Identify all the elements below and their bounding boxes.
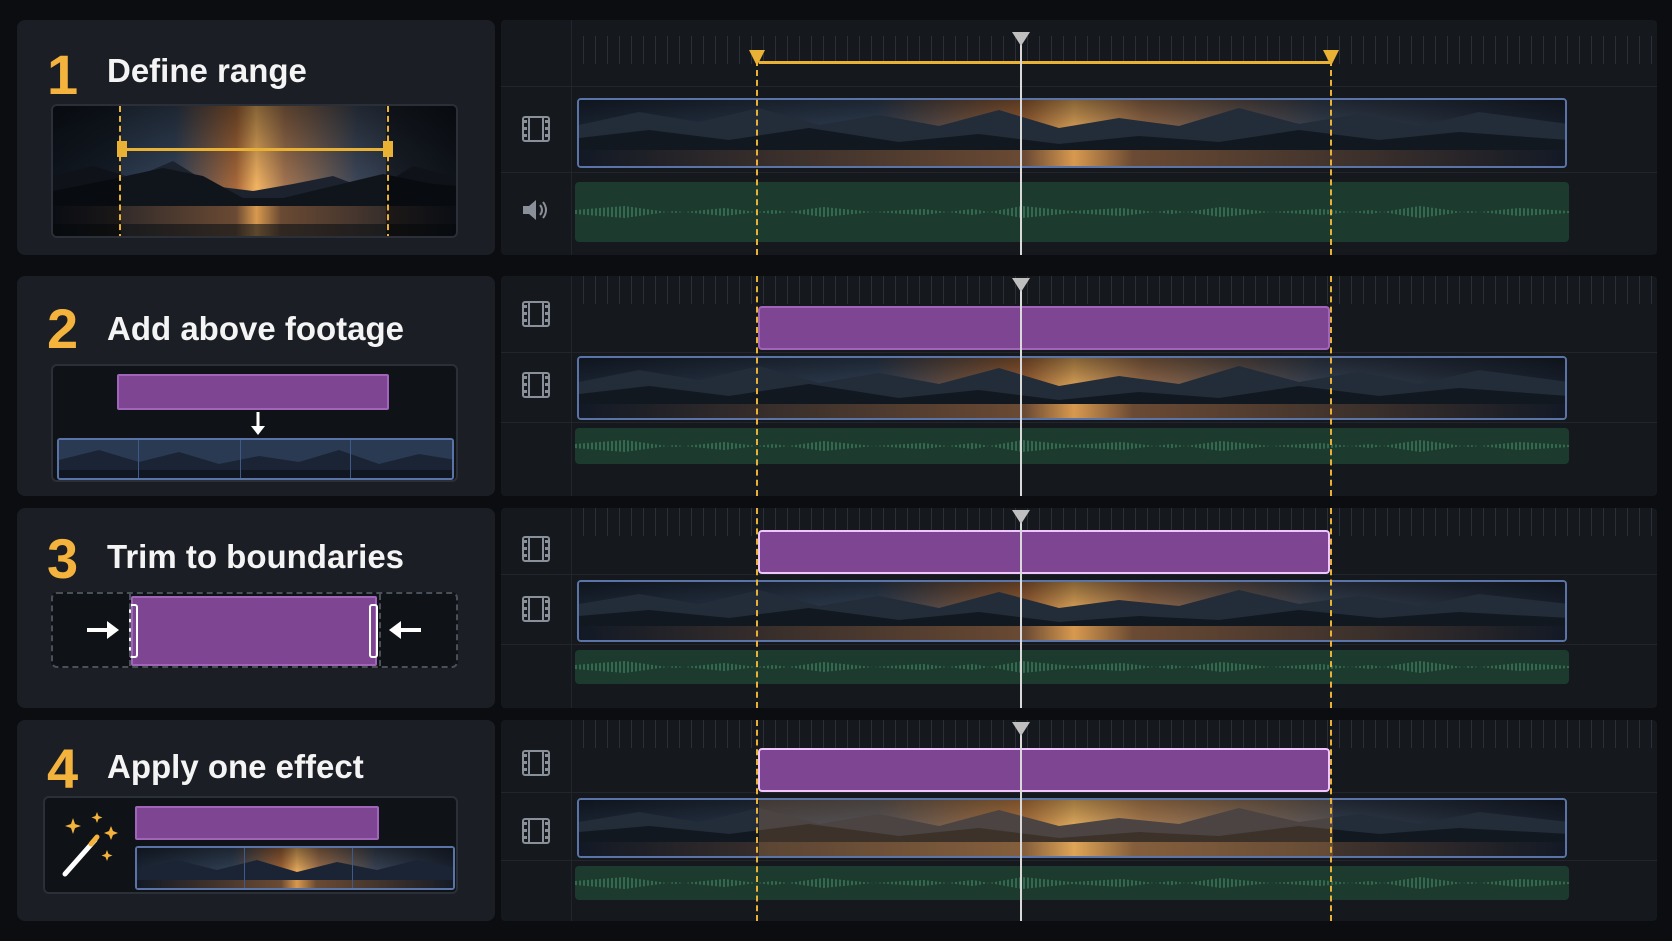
playhead-handle[interactable] [1012, 32, 1030, 46]
step-3-timeline[interactable] [501, 508, 1657, 708]
step-3: 3 Trim to boundaries [17, 508, 1657, 708]
step-number: 2 [47, 297, 79, 360]
playhead[interactable] [1020, 512, 1022, 708]
film-icon [521, 534, 551, 564]
effect-clip-preview [135, 806, 379, 840]
step-4: 4 Apply one effect [17, 720, 1657, 921]
step-2: 2 Add above footage [17, 276, 1657, 496]
step-number: 4 [47, 737, 79, 800]
effect-adjustment-clip[interactable] [758, 748, 1330, 792]
range-start-handle[interactable] [749, 50, 765, 66]
playhead[interactable] [1020, 724, 1022, 921]
step-number: 1 [47, 43, 79, 106]
film-icon [521, 114, 551, 144]
step-1-panel: 1 Define range [17, 20, 495, 255]
playhead-handle[interactable] [1012, 278, 1030, 292]
trim-diagram [51, 592, 458, 668]
video-clip[interactable] [577, 798, 1567, 858]
adjustment-clip-preview [117, 374, 389, 410]
audio-clip[interactable] [575, 866, 1569, 900]
timeline-ruler[interactable] [571, 276, 1657, 304]
range-start-marker[interactable] [756, 60, 758, 255]
audio-clip[interactable] [575, 182, 1569, 242]
range-start-marker[interactable] [756, 276, 758, 496]
video-clip[interactable] [577, 580, 1567, 642]
playhead[interactable] [1020, 280, 1022, 496]
step-title: Apply one effect [107, 748, 364, 785]
trimmed-clip-preview [131, 596, 377, 666]
step-1: 1 Define range [17, 20, 1657, 255]
timeline-ruler[interactable] [571, 720, 1657, 748]
film-icon [521, 370, 551, 400]
step-title: Define range [107, 52, 307, 89]
magic-wand-icon [57, 810, 121, 885]
playhead-handle[interactable] [1012, 510, 1030, 524]
step-4-panel: 4 Apply one effect [17, 720, 495, 921]
playhead[interactable] [1020, 36, 1022, 255]
arrow-left-icon [387, 619, 423, 646]
film-icon [521, 748, 551, 778]
range-bar [759, 61, 1331, 64]
adjustment-clip[interactable] [758, 306, 1330, 350]
arrow-down-icon [249, 410, 267, 441]
timeline-ruler[interactable] [571, 36, 1657, 64]
range-end-marker[interactable] [1330, 60, 1332, 255]
step-2-timeline[interactable] [501, 276, 1657, 496]
range-preview-thumbnail [51, 104, 458, 238]
step-2-panel: 2 Add above footage [17, 276, 495, 496]
range-start-marker[interactable] [756, 720, 758, 921]
film-icon [521, 299, 551, 329]
range-start-marker[interactable] [756, 508, 758, 708]
range-end-marker[interactable] [1330, 720, 1332, 921]
step-title: Add above footage [107, 310, 405, 347]
step-4-timeline[interactable] [501, 720, 1657, 921]
range-end-handle[interactable] [1323, 50, 1339, 66]
arrow-right-icon [85, 619, 121, 646]
apply-effect-diagram [43, 796, 458, 894]
film-icon [521, 594, 551, 624]
speaker-icon [521, 195, 551, 225]
range-end-marker[interactable] [1330, 508, 1332, 708]
film-icon [521, 816, 551, 846]
footage-strip-preview [135, 846, 455, 890]
video-clip[interactable] [577, 98, 1567, 168]
range-end-marker[interactable] [1330, 276, 1332, 496]
step-number: 3 [47, 527, 79, 590]
video-clip[interactable] [577, 356, 1567, 420]
playhead-handle[interactable] [1012, 722, 1030, 736]
trim-handle-right [369, 604, 378, 658]
audio-clip[interactable] [575, 650, 1569, 684]
add-above-diagram [51, 364, 458, 482]
audio-clip[interactable] [575, 428, 1569, 464]
step-1-timeline[interactable] [501, 20, 1657, 255]
step-title: Trim to boundaries [107, 538, 405, 575]
step-3-panel: 3 Trim to boundaries [17, 508, 495, 708]
graded-section [759, 800, 1333, 856]
trimmed-adjustment-clip[interactable] [758, 530, 1330, 574]
footage-strip-preview [57, 438, 454, 480]
